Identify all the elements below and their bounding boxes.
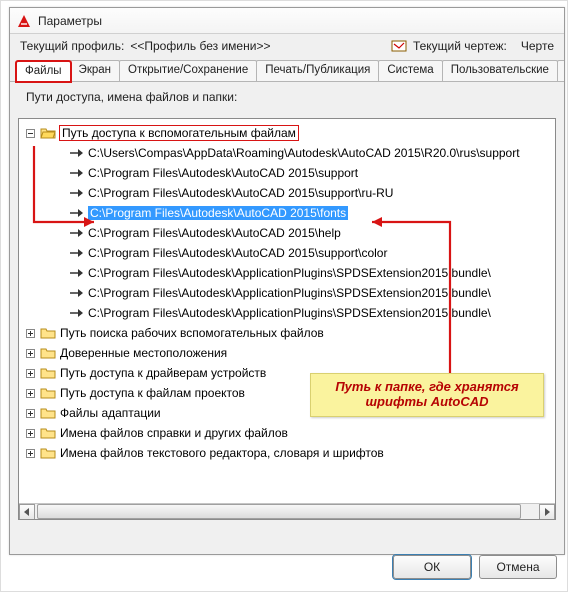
path-entry: C:\Program Files\Autodesk\AutoCAD 2015\s… (88, 246, 387, 260)
scroll-right-button[interactable] (539, 504, 555, 520)
tree-path-node[interactable]: C:\Program Files\Autodesk\AutoCAD 2015\f… (53, 203, 555, 223)
tree-path-node[interactable]: C:\Program Files\Autodesk\AutoCAD 2015\s… (53, 243, 555, 263)
tab-strip: Файлы Экран Открытие/Сохранение Печать/П… (10, 60, 564, 82)
expand-plus-icon[interactable] (23, 346, 38, 361)
folder-icon (40, 345, 56, 361)
current-profile-label: Текущий профиль: (20, 39, 124, 53)
current-profile-value: <<Профиль без имени>> (130, 39, 270, 53)
path-entry: C:\Program Files\Autodesk\AutoCAD 2015\f… (88, 206, 348, 220)
path-arrow-icon (68, 205, 84, 221)
path-arrow-icon (68, 265, 84, 281)
tree-folder-node[interactable]: Доверенные местоположения (23, 343, 555, 363)
expand-plus-icon[interactable] (23, 406, 38, 421)
folder-icon (40, 325, 56, 341)
path-arrow-icon (68, 305, 84, 321)
tree-path-node[interactable]: C:\Program Files\Autodesk\AutoCAD 2015\s… (53, 163, 555, 183)
path-entry: C:\Program Files\Autodesk\AutoCAD 2015\h… (88, 226, 341, 240)
expand-plus-icon[interactable] (23, 326, 38, 341)
ok-button[interactable]: ОК (393, 555, 471, 579)
window-title: Параметры (38, 14, 102, 28)
path-arrow-icon (68, 165, 84, 181)
tree-caption: Пути доступа, имена файлов и папки: (18, 88, 556, 108)
expand-plus-icon[interactable] (23, 426, 38, 441)
tree-scroll[interactable]: Путь доступа к вспомогательным файлам C:\… (19, 119, 555, 519)
scrollbar-track[interactable] (35, 504, 539, 519)
expand-plus-icon[interactable] (23, 366, 38, 381)
path-arrow-icon (68, 145, 84, 161)
folder-icon (40, 365, 56, 381)
expand-minus-icon[interactable] (23, 126, 38, 141)
tab-display[interactable]: Экран (70, 60, 120, 81)
annotation-callout: Путь к папке, где хранятся шрифты AutoCA… (310, 373, 544, 417)
tree-folder-node[interactable]: Путь поиска рабочих вспомогательных файл… (23, 323, 555, 343)
tree-folder-node[interactable]: Имена файлов текстового редактора, слова… (23, 443, 555, 463)
tree-path-node[interactable]: C:\Program Files\Autodesk\AutoCAD 2015\s… (53, 183, 555, 203)
path-entry: C:\Program Files\Autodesk\AutoCAD 2015\s… (88, 166, 358, 180)
tab-files[interactable]: Файлы (16, 61, 71, 82)
folder-node-label: Путь доступа к файлам проектов (60, 386, 245, 400)
expand-plus-icon[interactable] (23, 386, 38, 401)
tab-opensave[interactable]: Открытие/Сохранение (119, 60, 257, 81)
path-entry: C:\Program Files\Autodesk\ApplicationPlu… (88, 286, 491, 300)
tree-path-node[interactable]: C:\Program Files\Autodesk\ApplicationPlu… (53, 263, 555, 283)
expand-plus-icon[interactable] (23, 446, 38, 461)
path-entry: C:\Program Files\Autodesk\ApplicationPlu… (88, 306, 491, 320)
options-dialog: Параметры Текущий профиль: <<Профиль без… (9, 7, 565, 555)
folder-icon (40, 385, 56, 401)
path-entry: C:\Users\Compas\AppData\Roaming\Autodesk… (88, 146, 520, 160)
cancel-button[interactable]: Отмена (479, 555, 557, 579)
folder-node-label: Имена файлов справки и других файлов (60, 426, 288, 440)
dialog-buttons: ОК Отмена (393, 555, 557, 579)
path-arrow-icon (68, 225, 84, 241)
drawing-icon (391, 38, 407, 54)
path-arrow-icon (68, 285, 84, 301)
folder-icon (40, 445, 56, 461)
scrollbar-thumb[interactable] (37, 504, 521, 519)
current-drawing-value: Черте (521, 39, 554, 53)
tab-userprefs[interactable]: Пользовательские (442, 60, 558, 81)
folder-node-label: Имена файлов текстового редактора, слова… (60, 446, 384, 460)
tab-system[interactable]: Система (378, 60, 442, 81)
path-arrow-icon (68, 245, 84, 261)
horizontal-scrollbar[interactable] (19, 503, 555, 519)
tree-path-node[interactable]: C:\Program Files\Autodesk\AutoCAD 2015\h… (53, 223, 555, 243)
tab-plot[interactable]: Печать/Публикация (256, 60, 379, 81)
path-arrow-icon (68, 185, 84, 201)
folder-node-label: Файлы адаптации (60, 406, 161, 420)
folder-node-label: Доверенные местоположения (60, 346, 227, 360)
scroll-left-button[interactable] (19, 504, 35, 520)
folder-node-label: Путь поиска рабочих вспомогательных файл… (60, 326, 324, 340)
root-node-label: Путь доступа к вспомогательным файлам (60, 126, 298, 140)
profile-row: Текущий профиль: <<Профиль без имени>> Т… (10, 34, 564, 58)
path-entry: C:\Program Files\Autodesk\ApplicationPlu… (88, 266, 491, 280)
folder-node-label: Путь доступа к драйверам устройств (60, 366, 266, 380)
tree-path-node[interactable]: C:\Program Files\Autodesk\ApplicationPlu… (53, 283, 555, 303)
folder-icon (40, 425, 56, 441)
current-drawing-label: Текущий чертеж: (413, 39, 507, 53)
titlebar: Параметры (10, 8, 564, 34)
tree-root-node[interactable]: Путь доступа к вспомогательным файлам (23, 123, 555, 143)
folder-open-icon (40, 125, 56, 141)
tree-path-node[interactable]: C:\Users\Compas\AppData\Roaming\Autodesk… (53, 143, 555, 163)
tree-area: Путь доступа к вспомогательным файлам C:\… (18, 118, 556, 520)
tree-path-node[interactable]: C:\Program Files\Autodesk\ApplicationPlu… (53, 303, 555, 323)
tree-folder-node[interactable]: Имена файлов справки и других файлов (23, 423, 555, 443)
tab-drafting[interactable]: Постро (557, 60, 565, 81)
path-entry: C:\Program Files\Autodesk\AutoCAD 2015\s… (88, 186, 393, 200)
autocad-app-icon (16, 13, 32, 29)
folder-icon (40, 405, 56, 421)
